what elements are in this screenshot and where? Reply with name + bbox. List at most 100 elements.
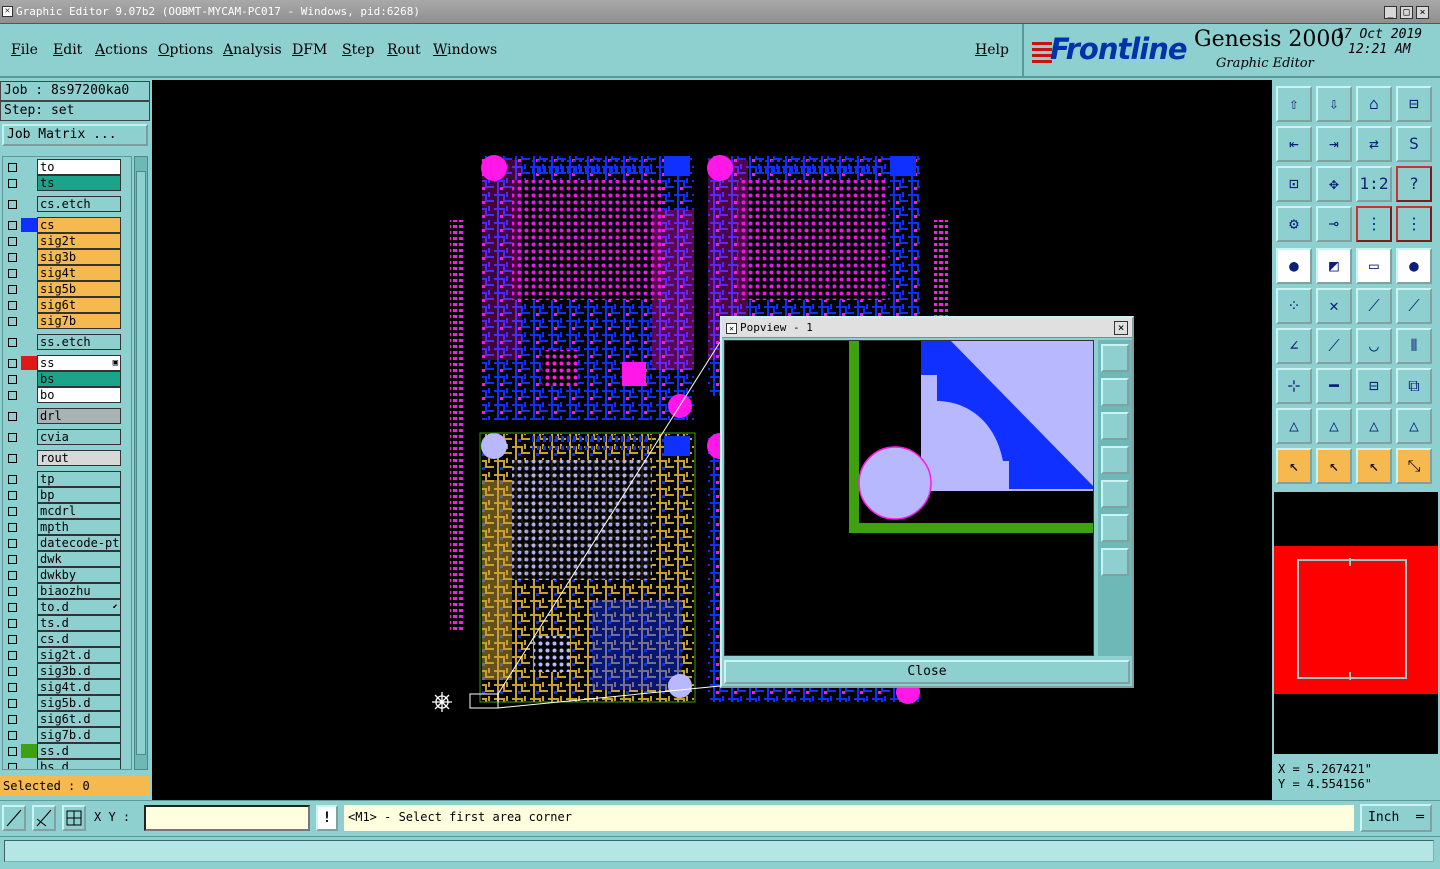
layer-name[interactable]: bs [37, 371, 121, 387]
layer-row[interactable]: dwkby [3, 567, 131, 583]
layer-checkbox[interactable] [8, 555, 17, 564]
menu-analysis[interactable]: Analysis [223, 42, 282, 58]
layer-name[interactable]: datecode-pt [37, 535, 121, 551]
layer-row[interactable]: dwk [3, 551, 131, 567]
layer-row[interactable]: sig6t.d [3, 711, 131, 727]
layer-row[interactable]: mcdrl [3, 503, 131, 519]
popview-pan-up-icon[interactable] [1101, 378, 1129, 406]
layer-name[interactable]: sig6t.d [37, 711, 121, 727]
popview-window[interactable]: ✕ Popview - 1 × Close [720, 316, 1134, 688]
layer-row[interactable]: sig6t [3, 297, 131, 313]
menu-help[interactable]: Help [975, 42, 1009, 58]
triangle-4-icon[interactable]: △ [1396, 408, 1432, 444]
layer-name[interactable]: biaozhu [37, 583, 121, 599]
layer-color-swatch[interactable] [21, 488, 37, 502]
layer-color-swatch[interactable] [21, 409, 37, 423]
layer-color-swatch[interactable] [21, 160, 37, 174]
job-matrix-button[interactable]: Job Matrix ... [2, 124, 148, 146]
layer-color-swatch[interactable] [21, 744, 37, 758]
layer-name[interactable]: tp [37, 471, 121, 487]
ruler-icon[interactable]: ▭ [1356, 248, 1392, 284]
layer-name[interactable]: sig6t [37, 297, 121, 313]
key-icon[interactable]: ⊸ [1316, 206, 1352, 242]
layer-row[interactable]: sig2t.d [3, 647, 131, 663]
grid-mode-icon[interactable] [62, 805, 86, 831]
units-select[interactable]: Inch ═ [1360, 804, 1432, 832]
layer-checkbox[interactable] [8, 667, 17, 676]
select-box-icon[interactable]: ↖ [1316, 448, 1352, 484]
layer-checkbox[interactable] [8, 715, 17, 724]
layer-color-swatch[interactable] [21, 696, 37, 710]
layer-row[interactable]: sig7b.d [3, 727, 131, 743]
step-down-icon[interactable]: ⇩ [1316, 86, 1352, 122]
popview-zoom-home-icon[interactable] [1101, 344, 1129, 372]
triangle-1-icon[interactable]: △ [1276, 408, 1312, 444]
layer-name[interactable]: sig4t [37, 265, 121, 281]
layer-color-swatch[interactable] [21, 584, 37, 598]
menu-actions[interactable]: Actions [95, 42, 148, 58]
select-net-icon[interactable]: ⤡ [1396, 448, 1432, 484]
layer-name[interactable]: sig7b [37, 313, 121, 329]
layer-row[interactable]: sig4t [3, 265, 131, 281]
layer-checkbox[interactable] [8, 253, 17, 262]
popview-canvas[interactable] [724, 340, 1094, 656]
layer-row[interactable]: cs.etch [3, 196, 131, 212]
layer-checkbox[interactable] [8, 491, 17, 500]
layer-checkbox[interactable] [8, 433, 17, 442]
layer-checkbox[interactable] [8, 635, 17, 644]
layer-checkbox[interactable] [8, 683, 17, 692]
layer-row[interactable]: ts [3, 175, 131, 191]
layer-color-swatch[interactable] [21, 451, 37, 465]
layer-name[interactable]: mpth [37, 519, 121, 535]
polarity-icon[interactable]: ◩ [1316, 248, 1352, 284]
popview-close-button[interactable]: Close [724, 660, 1130, 684]
layer-checkbox[interactable] [8, 651, 17, 660]
layer-checkbox[interactable] [8, 747, 17, 756]
netlist-compare-icon[interactable]: ⋮ [1396, 206, 1432, 242]
overview-map[interactable] [1274, 492, 1438, 754]
layer-checkbox[interactable] [8, 619, 17, 628]
layer-row[interactable]: to [3, 159, 131, 175]
layer-checkbox[interactable] [8, 163, 17, 172]
menu-file[interactable]: File [11, 42, 38, 58]
layer-name[interactable]: to.d ⬋ [37, 599, 121, 615]
layer-color-swatch[interactable] [21, 176, 37, 190]
layer-name[interactable]: cs.d [37, 631, 121, 647]
properties-icon[interactable]: ⚙ [1276, 206, 1312, 242]
layer-color-swatch[interactable] [21, 504, 37, 518]
layer-color-swatch[interactable] [21, 552, 37, 566]
layer-checkbox[interactable] [8, 338, 17, 347]
layer-row[interactable]: sig3b [3, 249, 131, 265]
layer-row[interactable]: mpth [3, 519, 131, 535]
layer-color-swatch[interactable] [21, 728, 37, 742]
layer-checkbox[interactable] [8, 237, 17, 246]
layer-name[interactable]: sig2t [37, 233, 121, 249]
layer-checkbox[interactable] [8, 587, 17, 596]
layer-row[interactable]: bs [3, 371, 131, 387]
layer-color-swatch[interactable] [21, 632, 37, 646]
step-up-icon[interactable]: ⇧ [1276, 86, 1312, 122]
layer-name[interactable]: sig5b.d [37, 695, 121, 711]
layer-color-swatch[interactable] [21, 266, 37, 280]
layer-checkbox[interactable] [8, 221, 17, 230]
layer-color-swatch[interactable] [21, 664, 37, 678]
go-back-icon[interactable]: ⇤ [1276, 126, 1312, 162]
menu-step[interactable]: Step [342, 42, 374, 58]
layer-checkbox[interactable] [8, 763, 17, 769]
angle-icon[interactable]: ∠ [1276, 328, 1312, 364]
layer-row[interactable]: sig7b [3, 313, 131, 329]
layer-row[interactable]: tp [3, 471, 131, 487]
layer-row[interactable]: to.d ⬋ [3, 599, 131, 615]
layer-name[interactable]: bs.d [37, 759, 121, 769]
select-cycle-icon[interactable]: ↖ [1356, 448, 1392, 484]
layer-row[interactable]: bs.d [3, 759, 131, 769]
zoom-center-icon[interactable]: ✥ [1316, 166, 1352, 202]
layer-row[interactable]: sig5b.d [3, 695, 131, 711]
layer-row[interactable]: ss ▣ [3, 355, 131, 371]
layer-checkbox[interactable] [8, 507, 17, 516]
layer-name[interactable]: rout [37, 450, 121, 466]
layer-color-swatch[interactable] [21, 680, 37, 694]
layer-color-swatch[interactable] [21, 472, 37, 486]
layer-row[interactable]: datecode-pt [3, 535, 131, 551]
layer-name[interactable]: sig3b.d [37, 663, 121, 679]
